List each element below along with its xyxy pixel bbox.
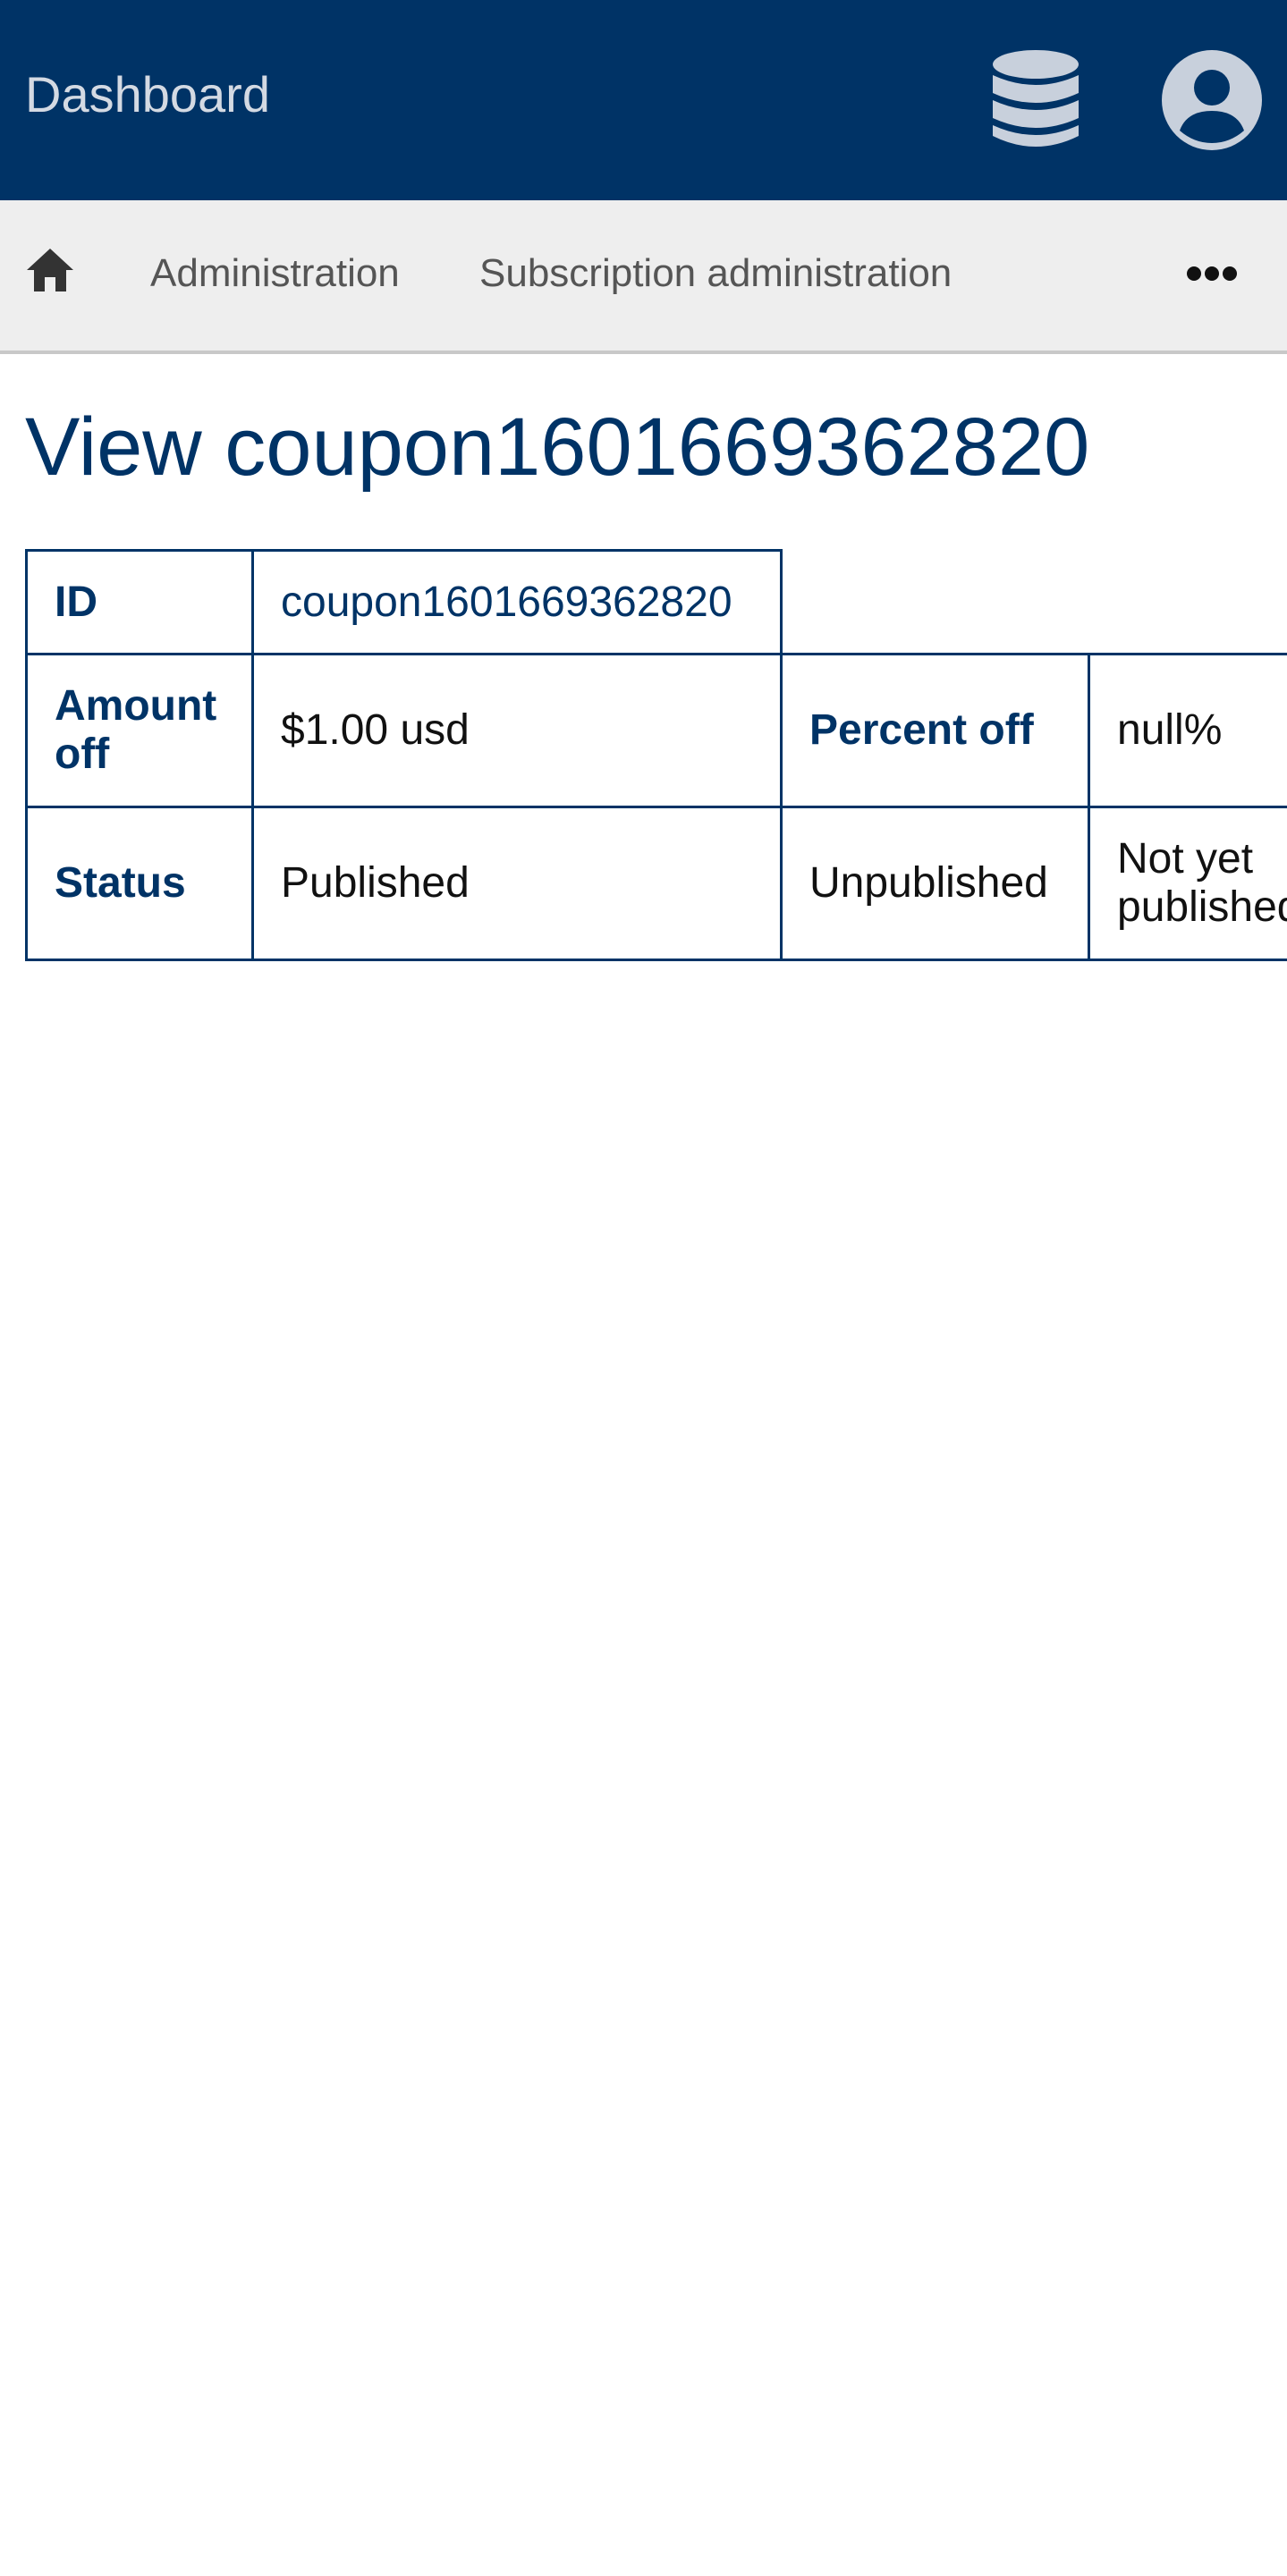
percent-off-label: Percent off — [809, 706, 1034, 754]
status-unpublished-cell: Unpublished — [780, 806, 1090, 961]
amount-off-label-cell: Amount off — [25, 653, 254, 808]
percent-off-value: null% — [1117, 706, 1223, 754]
ellipsis-icon[interactable] — [1186, 265, 1238, 283]
id-label: ID — [55, 578, 97, 626]
dashboard-link[interactable]: Dashboard — [25, 66, 270, 123]
id-value-link[interactable]: coupon1601669362820 — [281, 579, 732, 627]
nav-item-administration[interactable]: Administration — [150, 247, 400, 300]
page-title: View coupon1601669362820 — [25, 401, 1090, 493]
status-published-cell: Published — [251, 806, 783, 961]
user-circle-icon[interactable] — [1160, 48, 1264, 152]
id-value-cell: coupon1601669362820 — [251, 549, 783, 655]
status-published: Published — [281, 859, 470, 907]
amount-off-label: Amount off — [55, 682, 217, 778]
home-icon[interactable] — [25, 247, 75, 293]
status-label: Status — [55, 859, 186, 907]
id-label-cell: ID — [25, 549, 254, 655]
percent-off-value-cell: null% — [1088, 653, 1287, 808]
status-note-cell: Not yet published — [1088, 806, 1287, 961]
percent-off-label-cell: Percent off — [780, 653, 1090, 808]
database-icon[interactable] — [991, 48, 1080, 152]
nav-item-subscription-administration[interactable]: Subscription administration — [479, 247, 952, 300]
amount-off-value: $1.00 usd — [281, 706, 470, 754]
amount-off-value-cell: $1.00 usd — [251, 653, 783, 808]
status-note: Not yet published — [1117, 835, 1287, 931]
status-unpublished: Unpublished — [809, 859, 1048, 907]
status-label-cell: Status — [25, 806, 254, 961]
